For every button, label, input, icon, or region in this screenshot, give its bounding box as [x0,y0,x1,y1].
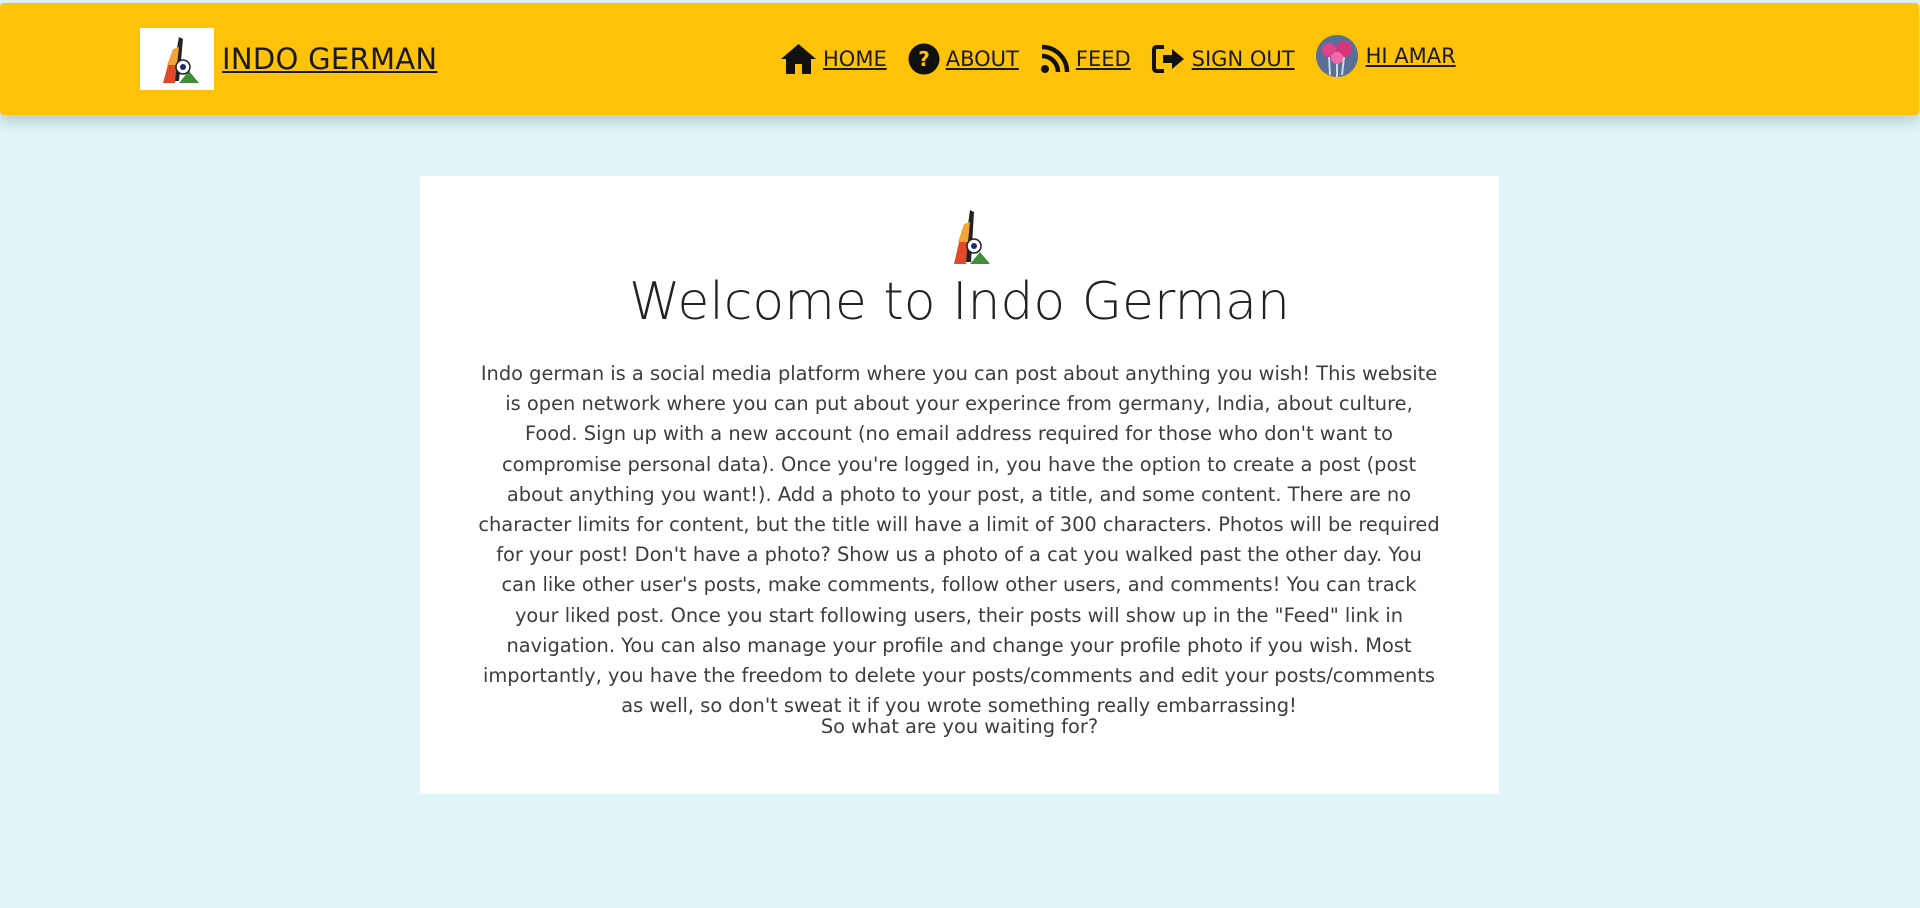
nav-home-label: HOME [823,47,887,71]
avatar-flowers-icon [1315,35,1358,77]
nav-profile[interactable]: HI AMAR [1315,35,1456,77]
avatar [1315,35,1358,77]
navbar: INDO GERMAN HOME ? ABOUT FEED SIGN OUT H… [0,3,1919,115]
nav-home[interactable]: HOME [780,43,887,75]
home-icon [781,44,816,74]
nav-sign-out[interactable]: SIGN OUT [1151,44,1295,74]
brand-logo [140,28,214,90]
nav-profile-label: HI AMAR [1365,44,1456,68]
nav-menu: HOME ? ABOUT FEED SIGN OUT HI AMAR [780,3,1456,115]
hero-logo [940,204,996,268]
nav-feed[interactable]: FEED [1040,44,1131,74]
indo-german-logo-icon [954,210,990,264]
brand-link[interactable]: INDO GERMAN [140,28,437,90]
sign-out-icon [1151,45,1184,73]
call-to-action: So what are you waiting for? [820,715,1099,738]
nav-sign-out-label: SIGN OUT [1191,47,1295,71]
welcome-card: Welcome to Indo German Indo german is a … [420,176,1499,794]
question-circle-icon: ? [908,43,940,75]
about-description: Indo german is a social media platform w… [478,362,1440,718]
page-title: Welcome to Indo German [629,272,1290,332]
nav-about[interactable]: ? ABOUT [908,43,1019,75]
svg-text:?: ? [918,47,930,71]
nav-feed-label: FEED [1075,47,1131,71]
indo-german-logo-icon [163,37,199,83]
rss-icon [1040,44,1070,73]
nav-about-label: ABOUT [945,47,1019,71]
brand-name: INDO GERMAN [222,42,438,76]
